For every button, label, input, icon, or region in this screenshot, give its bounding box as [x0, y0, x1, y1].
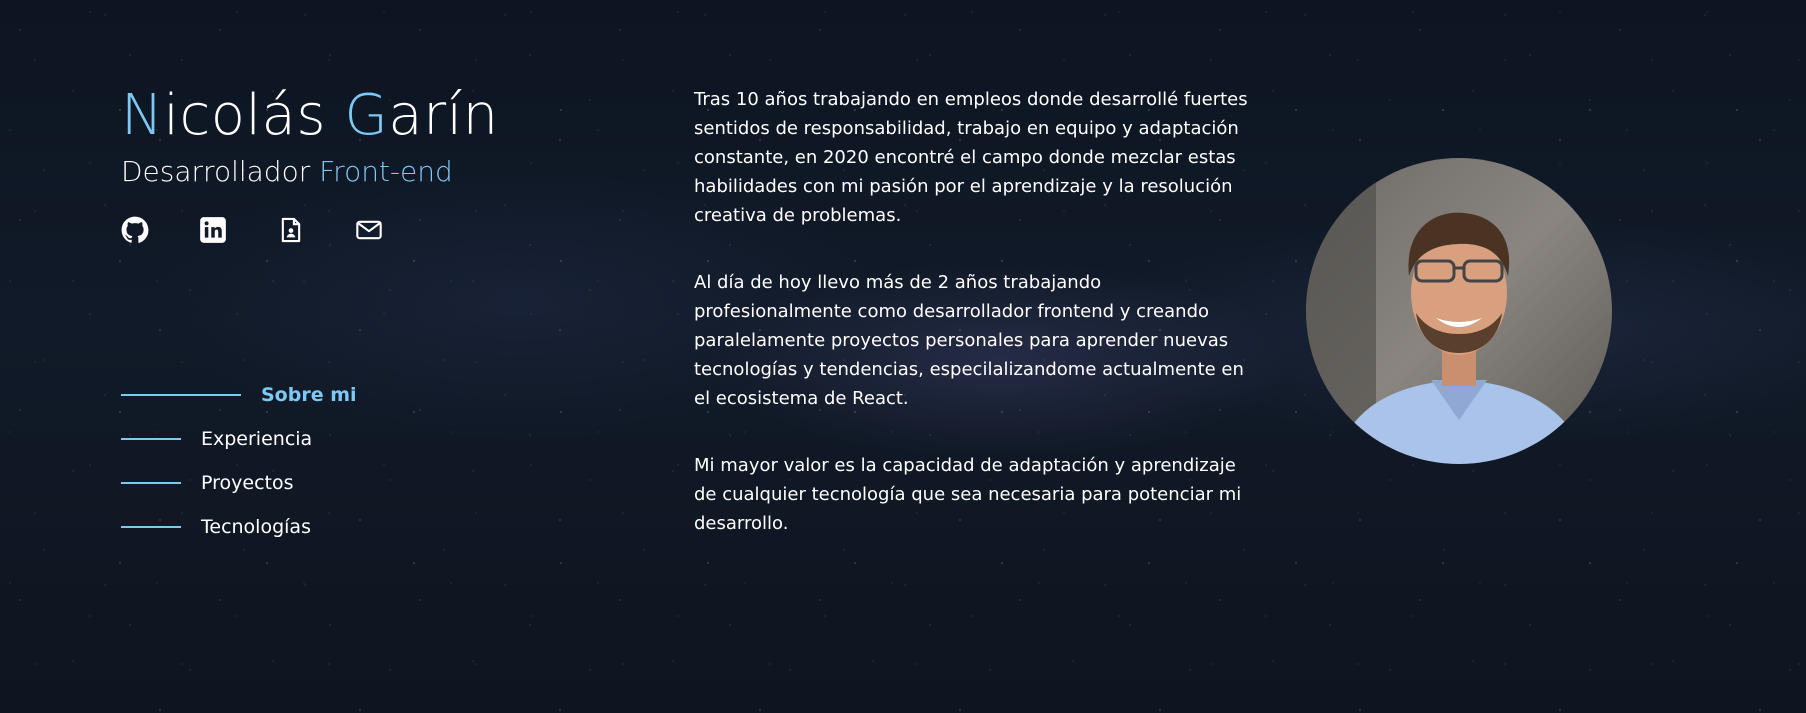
name-initial: N [121, 83, 164, 148]
linkedin-icon[interactable] [199, 216, 227, 244]
mail-icon[interactable] [355, 216, 383, 244]
profile-photo [1306, 158, 1612, 464]
nav-item-proyectos[interactable]: Proyectos [121, 461, 357, 505]
social-links [121, 216, 499, 244]
profile-name: Nicolás Garín [121, 80, 499, 152]
nav-item-experiencia[interactable]: Experiencia [121, 417, 357, 461]
profile-header: Nicolás Garín Desarrollador Front-end [121, 80, 499, 244]
about-section: Tras 10 años trabajando en empleos donde… [694, 85, 1254, 576]
nav-item-label: Proyectos [201, 472, 294, 494]
nav-item-sobre-mi[interactable]: Sobre mi [121, 373, 357, 417]
resume-icon[interactable] [277, 216, 305, 244]
github-icon[interactable] [121, 216, 149, 244]
about-paragraph: Mi mayor valor es la capacidad de adapta… [694, 455, 1242, 534]
about-paragraph: Tras 10 años trabajando en empleos donde… [694, 89, 1248, 226]
profile-role: Desarrollador Front-end [121, 152, 499, 192]
section-nav: Sobre mi Experiencia Proyectos Tecnologí… [121, 373, 357, 549]
surname-initial: G [344, 83, 389, 148]
nav-indicator-line [121, 438, 181, 440]
about-paragraph: Al día de hoy llevo más de 2 años trabaj… [694, 272, 1244, 409]
nav-indicator-line [121, 526, 181, 528]
nav-indicator-line [121, 482, 181, 484]
role-prefix: Desarrollador [121, 155, 320, 188]
nav-item-label: Tecnologías [201, 516, 311, 538]
nav-indicator-line [121, 394, 241, 396]
role-highlight: Front-end [319, 155, 453, 188]
nav-item-label: Sobre mi [261, 384, 357, 406]
nav-item-tecnologias[interactable]: Tecnologías [121, 505, 357, 549]
name-rest: icolás [163, 83, 345, 148]
nav-item-label: Experiencia [201, 428, 313, 450]
surname-rest: arín [388, 83, 499, 148]
